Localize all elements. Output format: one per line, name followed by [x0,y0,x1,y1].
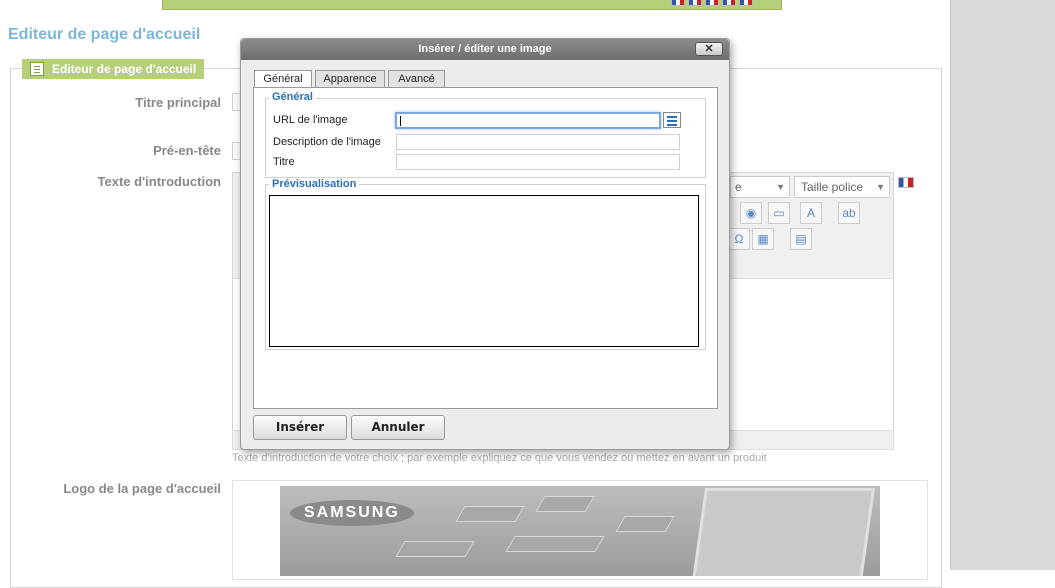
font-size-select[interactable]: Taille police ▼ [794,176,890,198]
tab-advanced[interactable]: Avancé [388,70,445,87]
logo-image: SAMSUNG [280,486,880,576]
page-title: Editeur de page d'accueil [8,26,201,43]
image-description-input[interactable] [396,134,680,150]
intro-text-label: Texte d'introduction [97,174,221,189]
image-title-input[interactable] [396,154,680,170]
preview-group-title: Prévisualisation [269,178,360,190]
flag-icon[interactable] [671,0,685,6]
document-icon [30,62,44,76]
keyboard-key-graphic [395,541,475,557]
keyboard-icon[interactable]: ▭ [768,202,790,224]
tab-panel-general: Général URL de l'image Description de l'… [253,87,718,409]
font-family-select[interactable]: e ▼ [730,176,790,198]
top-navigation-bar [162,0,782,10]
logo-label: Logo de la page d'accueil [63,481,221,496]
browse-icon[interactable] [663,112,681,128]
media-icon[interactable]: ▦ [752,228,774,250]
flag-icon[interactable] [739,0,753,6]
general-group-title: Général [269,91,316,103]
laptop-screen-graphic [690,488,876,576]
image-title-label: Titre [273,156,295,168]
keyboard-key-graphic [615,516,675,532]
right-gutter [950,0,1055,570]
font-family-value: e [735,180,742,194]
section-legend: Editeur de page d'accueil [22,59,205,79]
special-char-icon[interactable]: Ω [728,228,750,250]
french-flag-icon[interactable] [898,177,914,188]
tab-general[interactable]: Général [254,70,312,88]
section-legend-label: Editeur de page d'accueil [52,62,197,76]
language-flags [671,0,756,9]
brand-logo: SAMSUNG [290,500,414,526]
keyboard-key-graphic [505,536,605,552]
flag-icon[interactable] [722,0,736,6]
keyboard-key-graphic [535,496,595,512]
text-caret [400,116,401,126]
font-size-value: Taille police [801,180,864,194]
flag-icon[interactable] [705,0,719,6]
image-url-label: URL de l'image [273,114,348,126]
text-color-icon[interactable]: A [800,202,822,224]
insert-image-dialog: Insérer / éditer une image ✕ Général App… [240,38,730,450]
image-url-input[interactable] [395,112,661,129]
keyboard-key-graphic [455,506,525,522]
highlight-icon[interactable]: ab [838,202,860,224]
flag-icon[interactable] [688,0,702,6]
chevron-down-icon: ▼ [776,182,785,192]
intro-text-hint: Texte d'introduction de votre choix ; pa… [232,452,767,464]
cancel-button[interactable]: Annuler [351,415,445,440]
pre-header-label: Pré-en-tête [153,143,221,158]
chevron-down-icon: ▼ [876,182,885,192]
close-button[interactable]: ✕ [695,42,723,56]
template-icon[interactable]: ▤ [790,228,812,250]
help-icon[interactable]: ◉ [740,202,762,224]
image-description-label: Description de l'image [273,136,381,148]
tab-appearance[interactable]: Apparence [315,70,385,87]
main-title-label: Titre principal [135,95,221,110]
dialog-title: Insérer / éditer une image [241,39,729,60]
insert-button[interactable]: Insérer [253,415,347,440]
image-preview-area [269,195,699,347]
